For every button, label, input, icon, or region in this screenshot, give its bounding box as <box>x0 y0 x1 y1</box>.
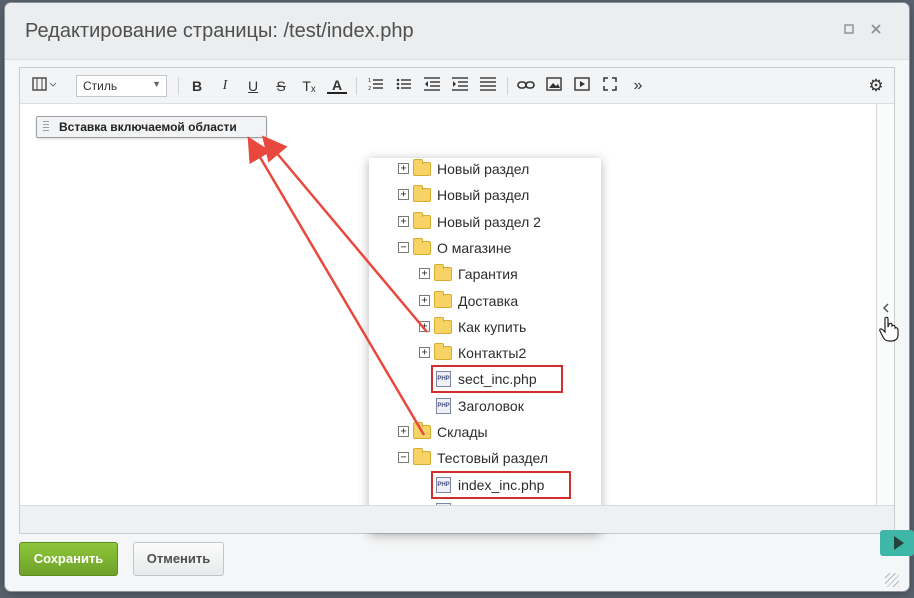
expand-icon[interactable]: + <box>398 189 409 201</box>
folder-icon <box>413 159 431 176</box>
folder-icon <box>434 264 452 282</box>
folder-icon <box>413 448 431 466</box>
resize-handle[interactable] <box>885 573 899 587</box>
video-icon[interactable] <box>572 76 592 96</box>
tree-folder-item[interactable]: + Новый раздел <box>398 158 601 180</box>
toolbar-divider <box>507 77 508 95</box>
tree-item-label: О магазине <box>437 239 512 256</box>
fullscreen-icon[interactable] <box>600 76 620 96</box>
expand-icon[interactable]: + <box>398 215 409 227</box>
collapse-icon[interactable]: − <box>398 452 409 464</box>
editor-statusbar <box>20 505 894 533</box>
tree-folder-item[interactable]: + Склады <box>398 421 601 443</box>
align-icon[interactable] <box>478 76 498 96</box>
strikethrough-button[interactable]: S <box>271 76 291 96</box>
settings-gear-icon[interactable]: ⚙ <box>866 76 886 96</box>
link-icon[interactable] <box>516 76 536 96</box>
tree-item-label: Заголовок <box>458 397 524 414</box>
more-icon[interactable]: » <box>628 76 648 96</box>
folder-icon <box>413 211 431 229</box>
tree-item-label: Новый раздел <box>437 187 530 204</box>
tree-folder-item[interactable]: + Гарантия <box>419 263 601 285</box>
unordered-list-icon[interactable] <box>394 76 414 96</box>
expand-icon[interactable]: + <box>419 294 430 306</box>
chevron-down-icon: ▼ <box>152 79 161 89</box>
side-panel-toggle[interactable] <box>877 104 894 505</box>
php-file-icon: PHP <box>436 397 451 414</box>
tree-item-label: Гарантия <box>458 266 518 283</box>
tree-item-label: Склады <box>437 424 488 440</box>
indent-icon[interactable] <box>450 76 470 96</box>
tree-item-label: Новый раздел 2 <box>437 213 541 230</box>
edit-page-dialog: Редактирование страницы: /test/index.php… <box>5 3 909 591</box>
editor-content-area[interactable]: Вставка включаемой области + Новый раздел… <box>20 104 876 533</box>
highlight-box <box>431 470 571 499</box>
toolbar-divider <box>178 77 179 95</box>
square-icon[interactable] <box>841 22 857 38</box>
tree-item-label: Тестовый раздел <box>437 450 548 467</box>
remove-format-button[interactable]: Tₓ <box>299 76 319 96</box>
tree-item-label: Новый раздел <box>437 161 530 177</box>
html-editor: Стиль ▼ B I U S Tₓ A 12 » ⚙ Вставка вклю… <box>19 67 895 534</box>
hand-cursor-icon <box>879 316 899 342</box>
expand-icon[interactable]: + <box>419 268 430 280</box>
folder-icon <box>434 316 452 334</box>
include-area-label: Вставка включаемой области <box>59 120 237 134</box>
tree-item-label: Контакты2 <box>458 345 527 362</box>
tree-folder-item[interactable]: − Тестовый раздел <box>398 447 601 469</box>
tree-file-item[interactable]: PHP Заголовок <box>419 395 601 417</box>
bold-button[interactable]: B <box>187 76 207 96</box>
folder-icon <box>413 185 431 203</box>
save-button[interactable]: Сохранить <box>19 542 118 576</box>
expand-icon[interactable]: + <box>398 163 409 174</box>
svg-text:2: 2 <box>368 86 371 91</box>
ordered-list-icon[interactable]: 12 <box>366 76 386 96</box>
image-icon[interactable] <box>544 76 564 96</box>
svg-text:1: 1 <box>368 78 371 84</box>
expand-icon[interactable]: + <box>398 426 409 437</box>
style-select[interactable]: Стиль ▼ <box>76 75 167 97</box>
folder-icon <box>434 343 452 361</box>
cancel-button[interactable]: Отменить <box>133 542 224 576</box>
tree-folder-item[interactable]: + Как купить <box>419 316 601 338</box>
font-color-button[interactable]: A <box>327 76 347 94</box>
outdent-icon[interactable] <box>422 76 442 96</box>
tree-folder-item[interactable]: + Доставка <box>419 290 601 312</box>
expand-icon[interactable]: + <box>419 347 430 359</box>
folder-icon <box>413 237 431 255</box>
include-area-block[interactable]: Вставка включаемой области <box>36 116 267 138</box>
folder-icon <box>434 290 452 308</box>
tree-folder-item[interactable]: + Контакты2 <box>419 342 601 364</box>
video-play-widget[interactable] <box>876 526 914 560</box>
underline-button[interactable]: U <box>243 76 263 96</box>
italic-button[interactable]: I <box>215 76 235 96</box>
collapse-icon[interactable]: − <box>398 241 409 253</box>
tree-folder-item[interactable]: + Новый раздел <box>398 184 601 206</box>
tree-folder-item[interactable]: − О магазине <box>398 237 601 259</box>
dialog-title: Редактирование страницы: /test/index.php <box>25 20 414 42</box>
toolbar-divider <box>356 77 357 95</box>
folder-icon <box>413 422 431 439</box>
expand-icon[interactable]: + <box>419 320 430 332</box>
style-select-value: Стиль <box>83 79 118 93</box>
template-icon[interactable] <box>30 76 60 96</box>
editor-toolbar: Стиль ▼ B I U S Tₓ A 12 » ⚙ <box>20 68 894 104</box>
drag-handle-icon[interactable] <box>43 121 49 133</box>
tree-item-label: Как купить <box>458 318 527 335</box>
close-icon[interactable] <box>868 22 884 38</box>
tree-folder-item[interactable]: + Новый раздел 2 <box>398 211 601 233</box>
dialog-titlebar[interactable]: Редактирование страницы: /test/index.php <box>5 3 909 60</box>
highlight-box <box>431 365 563 394</box>
file-tree-panel: + Новый раздел + Новый раздел + Новый раздел … <box>369 158 601 533</box>
tree-item-label: Доставка <box>458 292 519 309</box>
